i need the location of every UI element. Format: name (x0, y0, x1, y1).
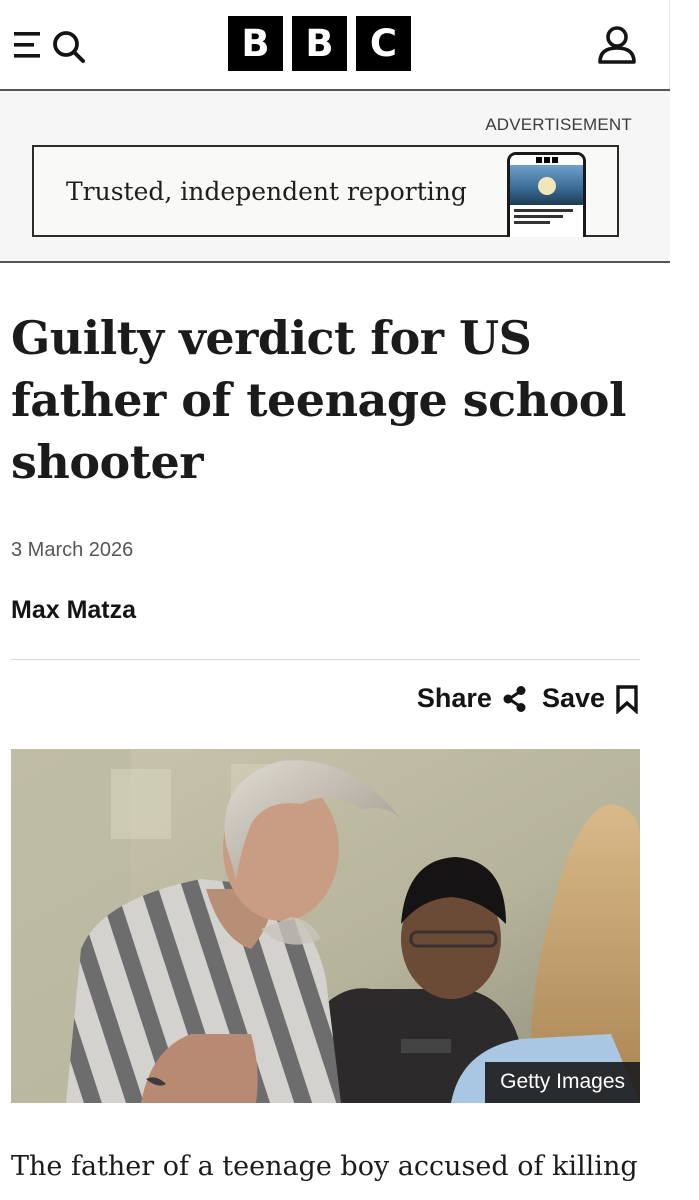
site-header: B B C (0, 0, 670, 90)
logo-letter-b1: B (228, 16, 283, 71)
logo-letter-c: C (356, 16, 411, 71)
bookmark-icon (616, 684, 638, 714)
share-icon (503, 685, 526, 712)
phone-text-lines (510, 205, 583, 231)
author-byline[interactable]: Max Matza (11, 596, 136, 625)
page-edge (670, 0, 699, 1200)
advert-banner-text: Trusted, independent reporting (66, 177, 467, 206)
phone-screen-image (510, 165, 583, 205)
logo-letter-b2: B (292, 16, 347, 71)
article-first-paragraph: The father of a teenage boy accused of k… (11, 1151, 638, 1182)
share-button[interactable]: Share (417, 683, 528, 714)
byline-divider (11, 659, 640, 660)
article-actions: Share Save (417, 683, 639, 714)
publish-date: 3 March 2026 (11, 539, 134, 561)
user-icon (598, 26, 636, 64)
advert-zone: ADVERTISEMENT Trusted, independent repor… (0, 91, 670, 262)
search-icon (53, 31, 85, 63)
article-headline: Guilty verdict for US father of teenage … (11, 311, 626, 489)
menu-icon (14, 31, 85, 63)
save-button[interactable]: Save (542, 683, 639, 714)
menu-search-button[interactable] (12, 24, 88, 66)
share-label: Share (416, 683, 492, 713)
phone-logo (510, 155, 583, 165)
courtroom-photo (11, 749, 640, 1103)
bbc-logo[interactable]: B B C (228, 16, 411, 71)
advert-divider (0, 261, 670, 263)
lead-photo[interactable]: Getty Images (11, 749, 640, 1103)
image-credit: Getty Images (485, 1062, 640, 1103)
phone-illustration (507, 152, 586, 237)
advert-banner[interactable]: Trusted, independent reporting (32, 145, 619, 237)
account-button[interactable] (596, 24, 638, 66)
advert-label: ADVERTISEMENT (485, 115, 632, 134)
save-label: Save (541, 683, 605, 713)
